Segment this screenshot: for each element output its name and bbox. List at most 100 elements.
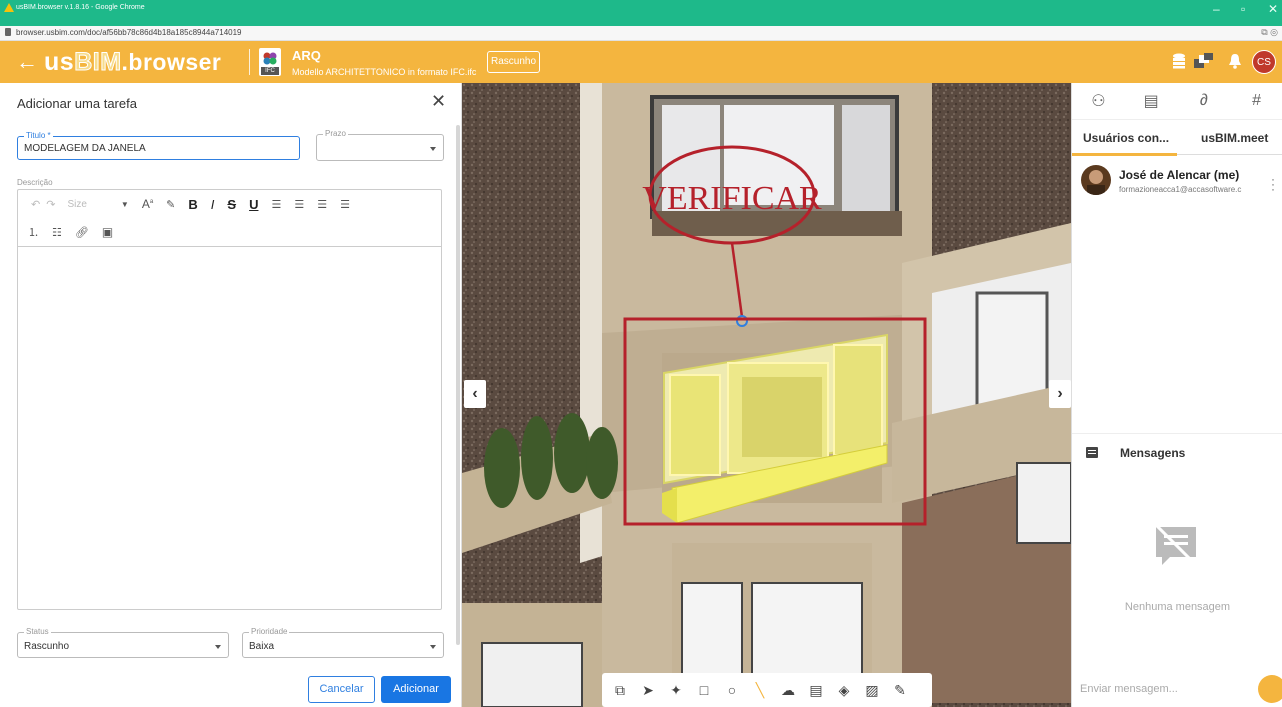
user-email: formazioneacca1@accasoftware.c [1119, 185, 1242, 194]
status-select[interactable]: Status Rascunho [17, 627, 229, 658]
link-icon[interactable]: 🔗︎ [75, 226, 89, 239]
image-edit-icon[interactable]: ▨ [858, 676, 886, 704]
address-bar[interactable]: browser.usbim.com/doc/af56bb78c86d4b18a1… [0, 26, 1282, 41]
chevron-down-icon[interactable] [430, 147, 436, 151]
status-label: Status [24, 627, 51, 636]
tab-usbim-meet[interactable]: usBIM.meet [1201, 131, 1268, 145]
status-value[interactable]: Rascunho [24, 641, 69, 652]
usbim-logo: usBIM.browser [44, 48, 222, 77]
collaboration-panel: ⚇ ▤ ∂ # Usuários con... usBIM.meet José … [1071, 83, 1282, 707]
document-icon[interactable]: ▤ [1125, 83, 1178, 119]
chevron-down-icon[interactable]: ▼ [121, 200, 129, 209]
font-size-select[interactable]: Size [67, 199, 86, 210]
panel-title: Adicionar uma tarefa [17, 96, 137, 111]
align-center-icon[interactable]: ☰ [294, 198, 304, 211]
project-description: Modello ARCHITETTONICO in formato IFC.if… [292, 67, 477, 77]
close-window-icon[interactable]: ✕ [1268, 2, 1278, 16]
link-icon[interactable]: ∂ [1178, 83, 1231, 119]
chevron-right-icon[interactable]: › [1049, 380, 1071, 408]
active-tab-indicator [1072, 153, 1177, 156]
align-justify-icon[interactable]: ☰ [340, 198, 350, 211]
priority-label: Prioridade [249, 627, 290, 636]
text-size-icon[interactable]: Aa [142, 197, 153, 211]
minimize-icon[interactable]: – [1213, 2, 1220, 16]
strikethrough-button[interactable]: S [227, 197, 236, 212]
database-icon[interactable] [1172, 53, 1186, 69]
ellipse-icon[interactable]: ○ [718, 676, 746, 704]
redo-icon[interactable]: ↷ [46, 198, 55, 211]
editor-toolbar-row2: ⒈ ☷ 🔗︎ ▣ [18, 218, 113, 246]
priority-select[interactable]: Prioridade Baixa [242, 627, 444, 658]
maximize-icon[interactable]: ▫ [1241, 2, 1245, 16]
chat-icon [1086, 447, 1098, 458]
back-arrow-icon[interactable]: ← [16, 49, 38, 75]
bell-icon[interactable] [1228, 53, 1242, 69]
status-chip[interactable]: Rascunho [487, 51, 541, 73]
chevron-left-icon[interactable]: ‹ [464, 380, 486, 408]
avatar [1081, 165, 1111, 195]
markup-toolbar: ⧉ ➤ ✦ □ ○ ╲ ☁ ▤ ◈ ▨ ✎ [602, 673, 932, 707]
header-divider [249, 49, 250, 75]
description-textarea[interactable] [18, 246, 441, 610]
underline-button[interactable]: U [249, 197, 258, 212]
title-input[interactable]: Titulo * MODELAGEM DA JANELA [17, 131, 300, 160]
ifc-file-icon: IFC [259, 48, 281, 76]
align-left-icon[interactable]: ☰ [271, 198, 281, 211]
rectangle-icon[interactable]: □ [690, 676, 718, 704]
select-arrow-icon[interactable]: ➤ [634, 676, 662, 704]
window-title: usBIM.browser v.1.8.16 - Google Chrome [16, 4, 145, 11]
title-label: Titulo * [24, 131, 53, 140]
bullet-list-icon[interactable]: ☷ [52, 226, 62, 239]
building-render: VERIFICAR [462, 83, 1071, 707]
empty-messages-text: Nenhuma mensagem [1124, 601, 1231, 613]
highlight-pen-icon[interactable]: ✎ [166, 198, 175, 211]
app-header: ← usBIM.browser IFC ARQ Modello ARCHITET… [0, 41, 1282, 83]
deadline-select[interactable]: Prazo [316, 129, 444, 161]
pen-icon[interactable]: ✎ [886, 676, 914, 704]
undo-icon[interactable]: ↶ [31, 198, 40, 211]
tab-connected-users[interactable]: Usuários con... [1083, 131, 1169, 145]
project-code: ARQ [292, 48, 321, 63]
messages-title: Mensagens [1120, 446, 1186, 460]
chevron-down-icon[interactable] [215, 645, 221, 649]
lock-icon [5, 28, 11, 36]
camera-icon[interactable]: ⧉ [606, 676, 634, 704]
cloud-icon[interactable]: ☁ [774, 676, 802, 704]
messages-header: Mensagens [1072, 433, 1282, 469]
add-task-panel: Adicionar uma tarefa ✕ Titulo * MODELAGE… [0, 83, 462, 707]
warning-icon [4, 3, 14, 12]
italic-button[interactable]: I [211, 197, 215, 212]
more-vert-icon[interactable]: · · · [1271, 173, 1275, 195]
text-box-icon[interactable]: ▤ [802, 676, 830, 704]
editor-toolbar: ↶ ↷ Size ▼ Aa ✎ B I S U ☰ ☰ ☰ ☰ [18, 190, 441, 218]
user-name: José de Alencar (me) [1119, 168, 1240, 182]
message-input[interactable]: Enviar mensagem... [1080, 683, 1250, 695]
align-right-icon[interactable]: ☰ [317, 198, 327, 211]
url-text[interactable]: browser.usbim.com/doc/af56bb78c86d4b18a1… [16, 28, 242, 37]
image-icon[interactable]: ▣ [102, 225, 113, 239]
fill-icon[interactable]: ◈ [830, 676, 858, 704]
description-editor[interactable]: ↶ ↷ Size ▼ Aa ✎ B I S U ☰ ☰ ☰ ☰ ⒈ ☷ 🔗︎ ▣ [17, 189, 442, 610]
users-icon[interactable]: ⚇ [1072, 83, 1125, 119]
no-messages-icon [1154, 523, 1198, 567]
multi-select-icon[interactable]: ✦ [662, 676, 690, 704]
description-label: Descrição [17, 178, 53, 187]
extensions-icon[interactable]: ⧉ ◎ [1261, 27, 1278, 38]
panel-tabs: Usuários con... usBIM.meet [1072, 119, 1282, 156]
bold-button[interactable]: B [188, 197, 197, 212]
send-button[interactable] [1258, 675, 1282, 703]
ordered-list-icon[interactable]: ⒈ [28, 224, 39, 240]
models-icon[interactable] [1194, 53, 1214, 69]
hashtag-icon[interactable]: # [1230, 83, 1282, 119]
add-button[interactable]: Adicionar [381, 676, 451, 703]
deadline-label: Prazo [323, 129, 348, 138]
user-avatar[interactable]: CS [1252, 50, 1276, 74]
chevron-down-icon[interactable] [430, 645, 436, 649]
cancel-button[interactable]: Cancelar [308, 676, 375, 703]
close-icon[interactable]: ✕ [431, 91, 446, 112]
title-value[interactable]: MODELAGEM DA JANELA [24, 143, 146, 154]
priority-value[interactable]: Baixa [249, 641, 274, 652]
line-icon[interactable]: ╲ [746, 676, 774, 704]
scrollbar[interactable] [456, 125, 460, 645]
model-viewport[interactable]: VERIFICAR ‹ › ⧉ ➤ ✦ □ ○ ╲ ☁ ▤ ◈ ▨ ✎ [462, 83, 1071, 707]
